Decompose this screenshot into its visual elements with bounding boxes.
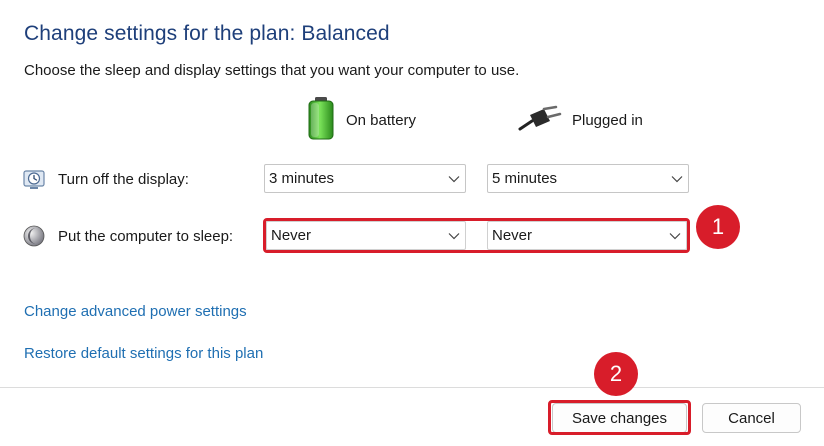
restore-default-settings-link[interactable]: Restore default settings for this plan <box>24 345 263 362</box>
step-2-badge: 2 <box>594 352 638 396</box>
row-label-turn-off-display: Turn off the display: <box>58 170 189 188</box>
display-plugged-in-value: 5 minutes <box>492 170 558 187</box>
sleep-on-battery-select[interactable]: Never <box>266 221 466 250</box>
sleep-on-battery-value: Never <box>271 227 312 244</box>
column-header-plugged-in: Plugged in <box>518 98 643 142</box>
row-turn-off-display: Turn off the display: <box>22 164 189 194</box>
column-label-on-battery: On battery <box>346 111 417 129</box>
power-plug-icon <box>518 103 562 137</box>
display-plugged-in-select[interactable]: 5 minutes <box>487 164 689 193</box>
chevron-down-icon <box>443 165 465 192</box>
sleep-plugged-in-select[interactable]: Never <box>487 221 687 250</box>
display-on-battery-value: 3 minutes <box>269 170 335 187</box>
chevron-down-icon <box>443 222 465 249</box>
footer-divider <box>0 387 824 388</box>
row-label-put-computer-to-sleep: Put the computer to sleep: <box>58 227 234 245</box>
battery-icon <box>306 96 336 144</box>
change-advanced-power-settings-link[interactable]: Change advanced power settings <box>24 303 247 320</box>
chevron-down-icon <box>664 222 686 249</box>
display-timer-icon <box>22 167 46 191</box>
row-put-computer-to-sleep: Put the computer to sleep: <box>22 221 233 251</box>
step-1-badge: 1 <box>696 205 740 249</box>
display-on-battery-select[interactable]: 3 minutes <box>264 164 466 193</box>
cancel-button[interactable]: Cancel <box>702 403 801 433</box>
page-title: Change settings for the plan: Balanced <box>24 22 390 45</box>
column-header-on-battery: On battery <box>306 96 417 144</box>
sleep-plugged-in-value: Never <box>492 227 533 244</box>
save-changes-button[interactable]: Save changes <box>552 403 687 433</box>
page-subtitle: Choose the sleep and display settings th… <box>24 62 520 79</box>
chevron-down-icon <box>666 165 688 192</box>
column-label-plugged-in: Plugged in <box>572 111 643 129</box>
moon-sleep-icon <box>22 224 46 248</box>
